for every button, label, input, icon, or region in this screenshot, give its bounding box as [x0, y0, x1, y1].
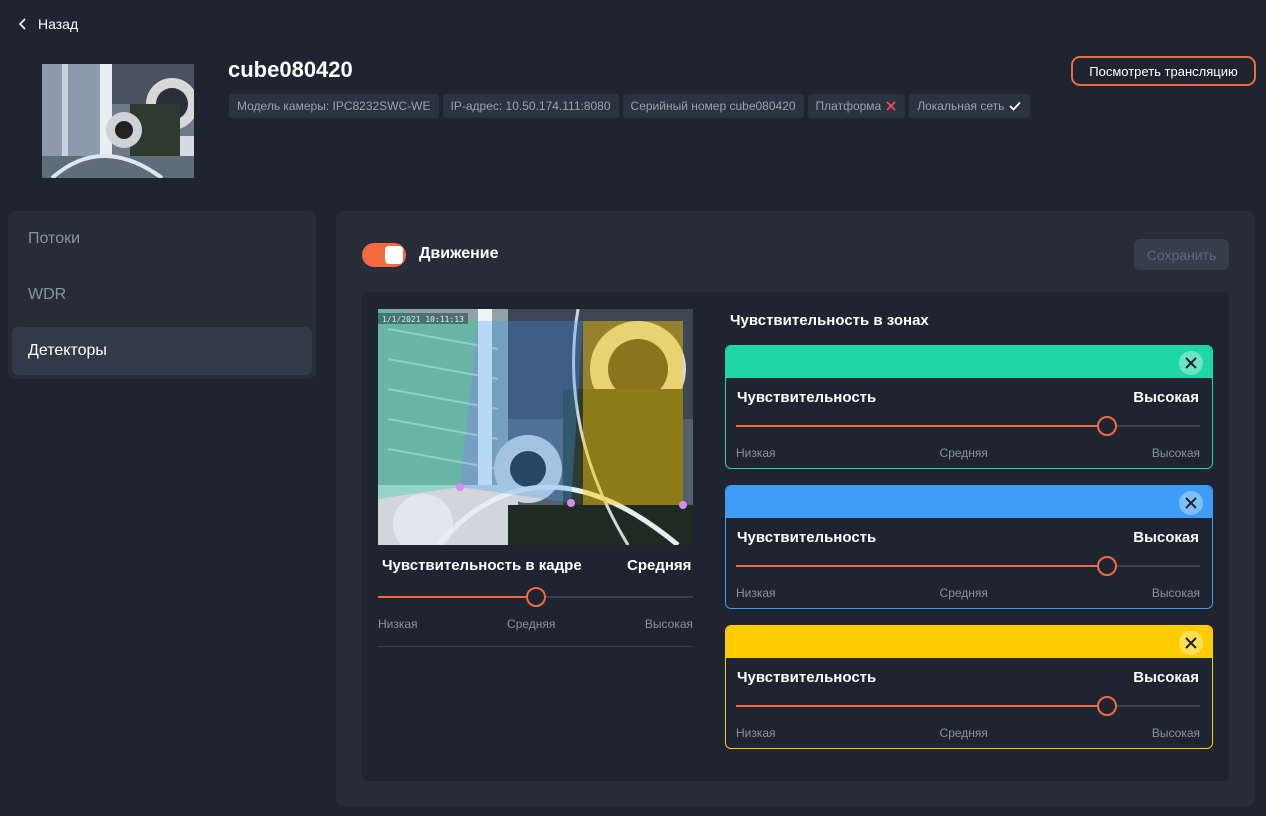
zone-sensitivity-label: Чувствительность	[737, 669, 877, 686]
scale-mid: Средняя	[939, 586, 988, 600]
camera-preview[interactable]: 1/1/2021 10:11:13	[378, 309, 693, 545]
zone-sensitivity-value: Высокая	[1133, 529, 1199, 546]
preview-timestamp: 1/1/2021 10:11:13	[382, 315, 464, 324]
zone-sensitivity-label: Чувствительность	[737, 389, 877, 406]
chip-model-text: Модель камеры: IPC8232SWC-WE	[237, 99, 431, 113]
camera-name: cube080420	[228, 57, 353, 82]
zones-title: Чувствительность в зонах	[730, 312, 929, 329]
scale-high: Высокая	[1151, 586, 1200, 600]
sidebar-item-detectors[interactable]: Детекторы	[12, 327, 312, 375]
zone-sensitivity-slider[interactable]	[736, 556, 1200, 576]
slider-fill	[378, 596, 536, 598]
cross-icon	[886, 101, 896, 111]
motion-title: Движение	[419, 245, 499, 262]
chip-serial-text: Серийный номер cube080420	[630, 99, 796, 113]
zone-card-green: Чувствительность Высокая Низкая Средняя …	[725, 345, 1213, 469]
back-label: Назад	[38, 16, 79, 32]
scale-high: Высокая	[1151, 726, 1200, 740]
scale-mid: Средняя	[939, 726, 988, 740]
toggle-knob	[385, 246, 403, 264]
frame-sensitivity-scale: Низкая Средняя Высокая	[378, 617, 693, 631]
watch-stream-button[interactable]: Посмотреть трансляцию	[1071, 56, 1256, 86]
chip-serial: Серийный номер cube080420	[622, 94, 804, 118]
zone-remove-button[interactable]	[1179, 491, 1203, 515]
slider-thumb[interactable]	[1097, 696, 1118, 716]
zone-sensitivity-value: Высокая	[1133, 389, 1199, 406]
divider	[378, 646, 693, 647]
zone-header	[726, 486, 1212, 518]
close-icon	[1185, 497, 1197, 509]
frame-sensitivity-label: Чувствительность в кадре	[382, 557, 582, 574]
back-link[interactable]: Назад	[18, 14, 78, 34]
scale-high: Высокая	[1151, 446, 1200, 460]
scale-mid: Средняя	[507, 617, 556, 631]
zone-sensitivity-scale: Низкая Средняя Высокая	[736, 726, 1200, 740]
chip-platform: Платформа	[807, 94, 906, 118]
camera-thumbnail	[42, 64, 194, 178]
slider-thumb[interactable]	[1097, 556, 1118, 576]
slider-thumb[interactable]	[525, 587, 546, 607]
zone-sensitivity-label: Чувствительность	[737, 529, 877, 546]
scale-low: Низкая	[736, 586, 776, 600]
frame-sensitivity-value: Средняя	[627, 557, 692, 574]
slider-thumb[interactable]	[1097, 416, 1118, 436]
zone-remove-button[interactable]	[1179, 631, 1203, 655]
chip-model: Модель камеры: IPC8232SWC-WE	[229, 94, 439, 118]
zone-sensitivity-value: Высокая	[1133, 669, 1199, 686]
chip-local-network-text: Локальная сеть	[917, 99, 1005, 113]
close-icon	[1185, 357, 1197, 369]
zone-remove-button[interactable]	[1179, 351, 1203, 375]
scale-low: Низкая	[736, 446, 776, 460]
zone-sensitivity-scale: Низкая Средняя Высокая	[736, 586, 1200, 600]
slider-fill	[736, 425, 1108, 427]
chip-platform-text: Платформа	[815, 99, 882, 113]
close-icon	[1185, 637, 1197, 649]
frame-sensitivity-slider[interactable]	[378, 587, 693, 607]
scale-low: Низкая	[736, 726, 776, 740]
camera-info-chips: Модель камеры: IPC8232SWC-WE IP-адрес: 1…	[229, 94, 1031, 118]
zone-header	[726, 626, 1212, 658]
zone-sensitivity-scale: Низкая Средняя Высокая	[736, 446, 1200, 460]
sidebar-item-wdr[interactable]: WDR	[12, 271, 312, 319]
zone-header	[726, 346, 1212, 378]
chevron-left-icon	[18, 18, 26, 30]
zone-sensitivity-slider[interactable]	[736, 696, 1200, 716]
motion-toggle[interactable]	[362, 243, 406, 267]
check-icon	[1009, 101, 1022, 111]
slider-fill	[736, 705, 1108, 707]
scale-high: Высокая	[644, 617, 693, 631]
settings-sidebar: Потоки WDR Детекторы	[8, 211, 316, 379]
chip-ip-text: IP-адрес: 10.50.174.111:8080	[450, 99, 611, 113]
save-button[interactable]: Сохранить	[1134, 239, 1229, 270]
zone-sensitivity-slider[interactable]	[736, 416, 1200, 436]
chip-ip: IP-адрес: 10.50.174.111:8080	[442, 94, 619, 118]
scale-mid: Средняя	[939, 446, 988, 460]
zone-card-yellow: Чувствительность Высокая Низкая Средняя …	[725, 625, 1213, 749]
zone-card-blue: Чувствительность Высокая Низкая Средняя …	[725, 485, 1213, 609]
scale-low: Низкая	[378, 617, 418, 631]
chip-local-network: Локальная сеть	[909, 94, 1031, 118]
sidebar-item-streams[interactable]: Потоки	[12, 215, 312, 263]
slider-fill	[736, 565, 1108, 567]
